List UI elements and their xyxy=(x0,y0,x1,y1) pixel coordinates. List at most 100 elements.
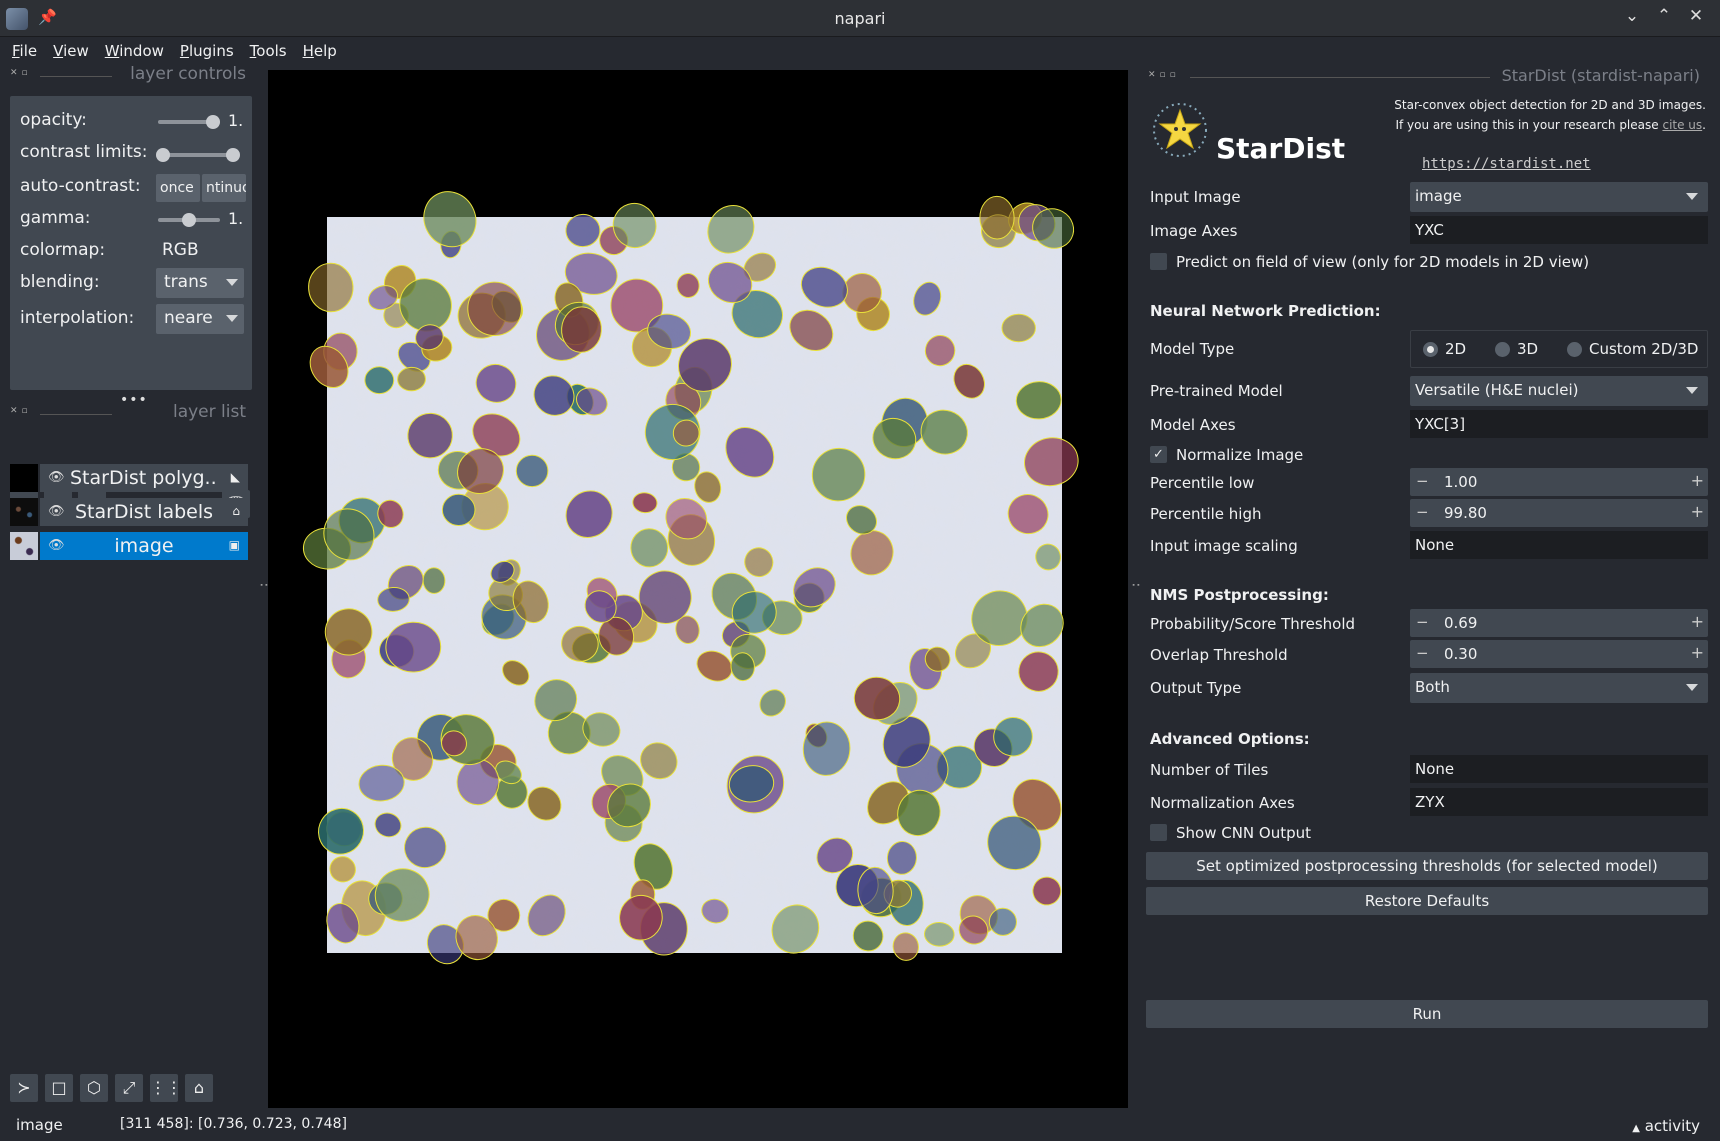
console-icon[interactable]: ≻ xyxy=(10,1074,38,1102)
model-type-custom-radio[interactable] xyxy=(1567,342,1582,357)
title-bar: 📌 napari ⌄ ⌃ ✕ xyxy=(0,0,1720,37)
predict-fov-checkbox[interactable] xyxy=(1150,253,1167,270)
dock-float-icons[interactable]: ✕▫ xyxy=(10,68,32,78)
pretrained-model-dropdown[interactable]: Versatile (H&E nuclei) xyxy=(1410,376,1708,406)
shapes-layer-type-icon: ◣ xyxy=(230,470,240,484)
viewer-canvas[interactable] xyxy=(268,70,1128,1108)
normalization-axes-field[interactable]: ZYX xyxy=(1410,788,1708,816)
dock-float-icons[interactable]: ✕▫ xyxy=(10,406,32,416)
gamma-label: gamma: xyxy=(20,208,91,228)
contrast-min-knob[interactable] xyxy=(156,148,170,162)
transpose-dims-icon[interactable]: ⤢ xyxy=(115,1074,143,1102)
plus-icon[interactable]: + xyxy=(1691,612,1704,631)
nucleus-outline xyxy=(364,366,395,395)
layer-row-stardist-labels[interactable]: 👁 StarDist labels ⌂ xyxy=(10,498,248,526)
layer-thumbnail xyxy=(10,532,38,560)
labels-layer-type-icon: ⌂ xyxy=(232,504,240,518)
percentile-high-value: 99.80 xyxy=(1444,504,1487,522)
interpolation-dropdown[interactable]: neare xyxy=(156,304,244,334)
activity-label: activity xyxy=(1644,1117,1700,1135)
input-scaling-label: Input image scaling xyxy=(1150,537,1298,555)
menu-tools[interactable]: Tools xyxy=(242,38,295,66)
plus-icon[interactable]: + xyxy=(1691,502,1704,521)
minus-icon[interactable]: − xyxy=(1416,644,1429,662)
menu-plugins[interactable]: Plugins xyxy=(172,38,242,66)
stardist-logo-text: StarDist xyxy=(1216,132,1346,165)
set-optimized-thresholds-button[interactable]: Set optimized postprocessing thresholds … xyxy=(1146,852,1708,880)
prob-threshold-spinbox[interactable]: −0.69 + xyxy=(1410,609,1708,637)
model-axes-field[interactable]: YXC[3] xyxy=(1410,410,1708,438)
percentile-low-label: Percentile low xyxy=(1150,474,1255,492)
plus-icon[interactable]: + xyxy=(1691,643,1704,662)
prob-threshold-label: Probability/Score Threshold xyxy=(1150,615,1356,633)
status-coordinates: [311 458]: [0.736, 0.723, 0.748] xyxy=(120,1116,347,1132)
stardist-url-link[interactable]: https://stardist.net xyxy=(1422,156,1591,172)
menu-view[interactable]: View xyxy=(45,38,97,66)
dock-float-icons[interactable]: ✕▫▫ xyxy=(1148,70,1180,80)
image-axes-field[interactable]: YXC xyxy=(1410,216,1708,244)
layer-row-stardist-polygons[interactable]: 👁 StarDist polyg... ◣ xyxy=(10,464,248,492)
overlap-threshold-spinbox[interactable]: −0.30 + xyxy=(1410,640,1708,668)
plus-icon[interactable]: + xyxy=(1691,471,1704,490)
activity-button[interactable]: ▲ activity xyxy=(1632,1117,1700,1135)
opacity-slider[interactable] xyxy=(158,115,220,129)
layer-thumbnail xyxy=(10,464,38,492)
number-of-tiles-label: Number of Tiles xyxy=(1150,761,1269,779)
nucleus-outline xyxy=(422,567,446,594)
overlap-threshold-label: Overlap Threshold xyxy=(1150,646,1288,664)
model-type-2d-radio[interactable] xyxy=(1423,342,1438,357)
layer-name: image xyxy=(114,535,174,557)
input-image-value: image xyxy=(1415,187,1462,205)
layer-controls-panel: opacity: 1. contrast limits: auto-contra… xyxy=(10,96,252,390)
roll-dims-icon[interactable]: ⬡ xyxy=(80,1074,108,1102)
minus-icon[interactable]: − xyxy=(1416,613,1429,631)
blending-label: blending: xyxy=(20,272,100,292)
pretrained-model-value: Versatile (H&E nuclei) xyxy=(1415,381,1579,399)
input-image-dropdown[interactable]: image xyxy=(1410,182,1708,212)
visibility-eye-icon[interactable]: 👁 xyxy=(48,538,65,553)
menu-window[interactable]: Window xyxy=(97,38,172,66)
restore-defaults-button[interactable]: Restore Defaults xyxy=(1146,887,1708,915)
gamma-slider[interactable] xyxy=(158,213,220,227)
minus-icon[interactable]: − xyxy=(1416,472,1429,490)
stardist-description-line1: Star-convex object detection for 2D and … xyxy=(1394,98,1706,112)
contrast-max-knob[interactable] xyxy=(226,148,240,162)
nucleus-outline xyxy=(1001,313,1036,343)
cite-us-link[interactable]: cite us xyxy=(1662,118,1702,132)
visibility-eye-icon[interactable]: 👁 xyxy=(48,470,65,485)
opacity-slider-knob[interactable] xyxy=(206,115,220,129)
run-button[interactable]: Run xyxy=(1146,1000,1708,1028)
toggle-ndisplay-icon[interactable]: □ xyxy=(45,1074,73,1102)
minimize-icon[interactable]: ⌄ xyxy=(1622,6,1642,26)
layer-row-image[interactable]: 👁 image ▣ xyxy=(10,532,248,560)
model-type-custom-label: Custom 2D/3D xyxy=(1589,340,1699,358)
number-of-tiles-field[interactable]: None xyxy=(1410,755,1708,783)
normalize-image-label: Normalize Image xyxy=(1176,446,1304,464)
blending-dropdown[interactable]: trans xyxy=(156,268,244,298)
model-type-3d-radio[interactable] xyxy=(1495,342,1510,357)
percentile-high-spinbox[interactable]: −99.80 + xyxy=(1410,499,1708,527)
percentile-high-label: Percentile high xyxy=(1150,505,1262,523)
percentile-low-spinbox[interactable]: −1.00 + xyxy=(1410,468,1708,496)
maximize-icon[interactable]: ⌃ xyxy=(1654,6,1674,26)
model-type-radio-group: 2D 3D Custom 2D/3D xyxy=(1410,330,1708,368)
contrast-limits-slider[interactable] xyxy=(156,148,240,162)
autocontrast-once-button[interactable]: once xyxy=(156,174,200,202)
close-icon[interactable]: ✕ xyxy=(1686,6,1706,26)
output-type-dropdown[interactable]: Both xyxy=(1410,673,1708,703)
nucleus-outline xyxy=(441,493,476,527)
show-cnn-output-checkbox[interactable] xyxy=(1150,824,1167,841)
overlap-threshold-value: 0.30 xyxy=(1444,645,1478,663)
gamma-slider-knob[interactable] xyxy=(182,213,196,227)
minus-icon[interactable]: − xyxy=(1416,503,1429,521)
normalize-image-checkbox[interactable]: ✓ xyxy=(1150,446,1167,463)
grid-view-icon[interactable]: ⋮⋮ xyxy=(150,1074,182,1102)
autocontrast-continuous-button[interactable]: ntinuo xyxy=(202,174,246,202)
menu-help[interactable]: Help xyxy=(295,38,345,66)
visibility-eye-icon[interactable]: 👁 xyxy=(48,504,65,519)
menu-file[interactable]: File xyxy=(4,38,45,66)
input-scaling-field[interactable]: None xyxy=(1410,531,1708,559)
blending-value: trans xyxy=(164,272,208,292)
home-icon[interactable]: ⌂ xyxy=(185,1074,213,1102)
nucleus-outline xyxy=(979,195,1015,240)
